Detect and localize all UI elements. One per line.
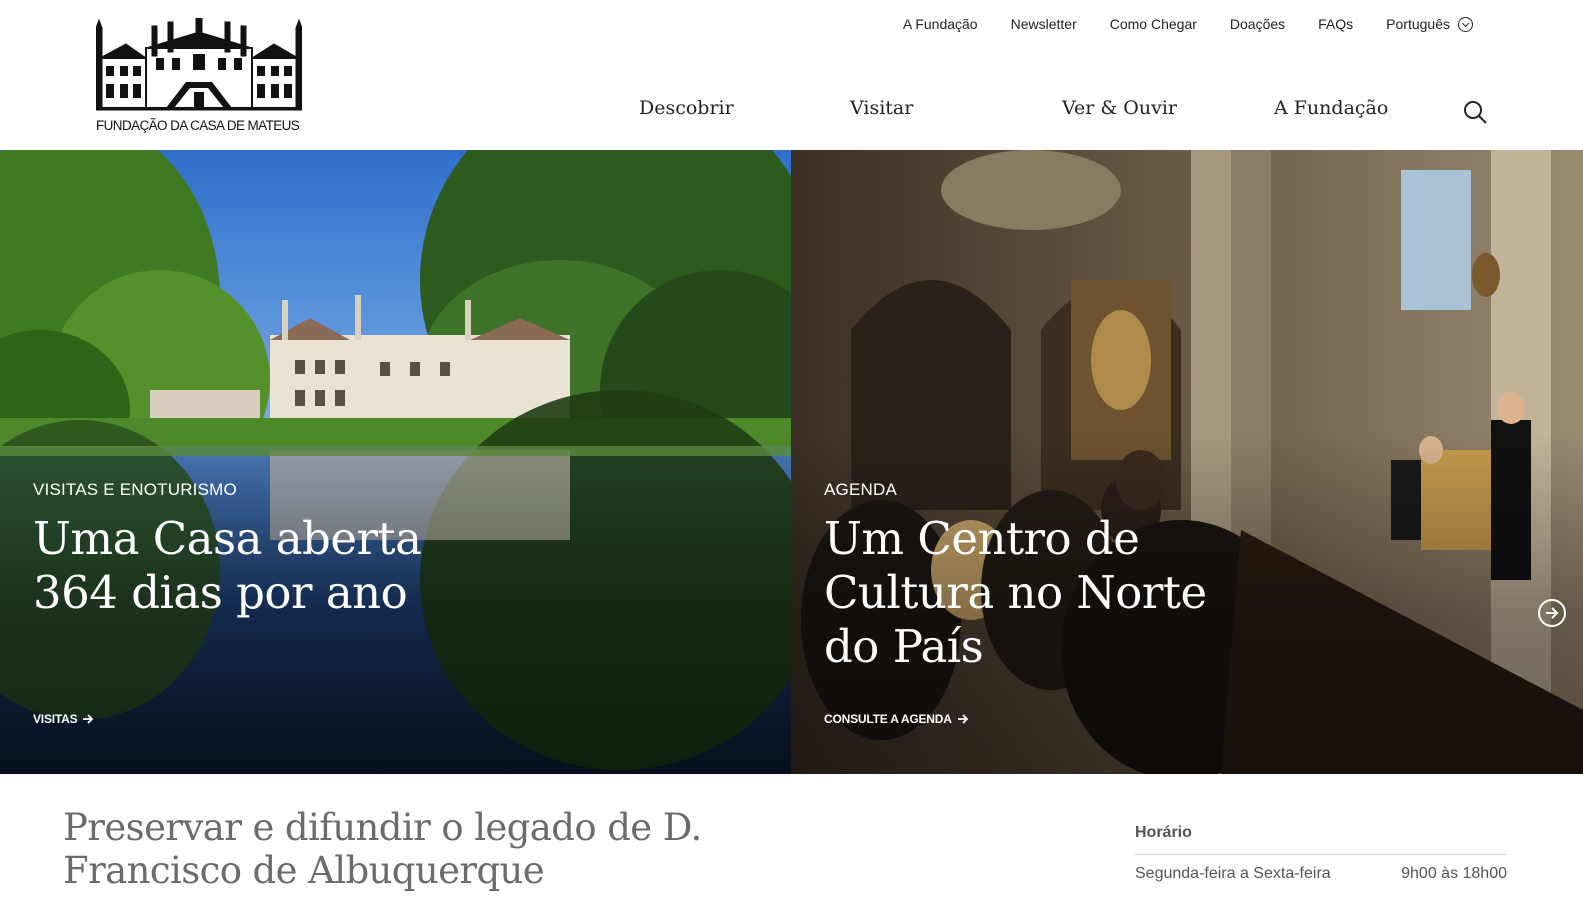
panel-category: AGENDA bbox=[824, 480, 897, 499]
panel-title: Um Centro de Cultura no Norte do País bbox=[824, 512, 1207, 673]
mainnav-ver-ouvir[interactable]: Ver & Ouvir bbox=[1062, 97, 1177, 119]
panel-title: Uma Casa aberta 364 dias por ano bbox=[33, 512, 422, 619]
site-header: FUNDAÇÃO DA CASA DE MATEUS A Fundação Ne… bbox=[0, 0, 1583, 150]
consulte-agenda-link[interactable]: CONSULTE A AGENDA bbox=[824, 712, 969, 726]
arrow-right-icon bbox=[83, 714, 94, 724]
mainnav-a-fundacao[interactable]: A Fundação bbox=[1274, 97, 1388, 119]
hours-row: Segunda-feira a Sexta-feira 9h00 às 18h0… bbox=[1135, 855, 1507, 883]
carousel-next-button[interactable] bbox=[1538, 599, 1566, 627]
hours-day-label: Segunda-feira a Sexta-feira bbox=[1135, 865, 1331, 882]
visitas-link[interactable]: VISITAS bbox=[33, 712, 94, 726]
topnav-newsletter[interactable]: Newsletter bbox=[1011, 16, 1077, 32]
language-selector[interactable]: Português bbox=[1386, 16, 1473, 32]
topnav-doacoes[interactable]: Doações bbox=[1230, 16, 1285, 32]
hero-panel-agenda[interactable]: AGENDA Um Centro de Cultura no Norte do … bbox=[791, 150, 1583, 774]
hero-carousel: VISITAS E ENOTURISMO Uma Casa aberta 364… bbox=[0, 150, 1583, 774]
topnav-faqs[interactable]: FAQs bbox=[1318, 16, 1353, 32]
intro-heading: Preservar e difundir o legado de D. Fran… bbox=[63, 806, 702, 892]
hours-time-value: 9h00 às 18h00 bbox=[1401, 865, 1507, 882]
arrow-right-icon bbox=[1546, 607, 1559, 619]
mainnav-visitar[interactable]: Visitar bbox=[850, 97, 913, 119]
cta-label: VISITAS bbox=[33, 712, 78, 726]
cta-label: CONSULTE A AGENDA bbox=[824, 712, 952, 726]
panel-gradient-overlay bbox=[791, 150, 1583, 774]
chevron-down-icon bbox=[1458, 16, 1473, 32]
opening-hours: Horário Segunda-feira a Sexta-feira 9h00… bbox=[1135, 824, 1507, 883]
topnav-como-chegar[interactable]: Como Chegar bbox=[1110, 16, 1197, 32]
language-label: Português bbox=[1386, 16, 1450, 32]
topnav-a-fundacao[interactable]: A Fundação bbox=[903, 16, 978, 32]
panel-category: VISITAS E ENOTURISMO bbox=[33, 480, 237, 499]
mainnav-descobrir[interactable]: Descobrir bbox=[639, 97, 734, 119]
search-icon[interactable] bbox=[1463, 100, 1487, 124]
hero-panel-visitas[interactable]: VISITAS E ENOTURISMO Uma Casa aberta 364… bbox=[0, 150, 791, 774]
arrow-right-icon bbox=[957, 714, 968, 724]
hours-title: Horário bbox=[1135, 824, 1507, 855]
main-nav: Descobrir Visitar Ver & Ouvir A Fundação bbox=[0, 97, 1583, 127]
utility-nav: A Fundação Newsletter Como Chegar Doaçõe… bbox=[903, 16, 1473, 32]
panel-gradient-overlay bbox=[0, 150, 791, 774]
